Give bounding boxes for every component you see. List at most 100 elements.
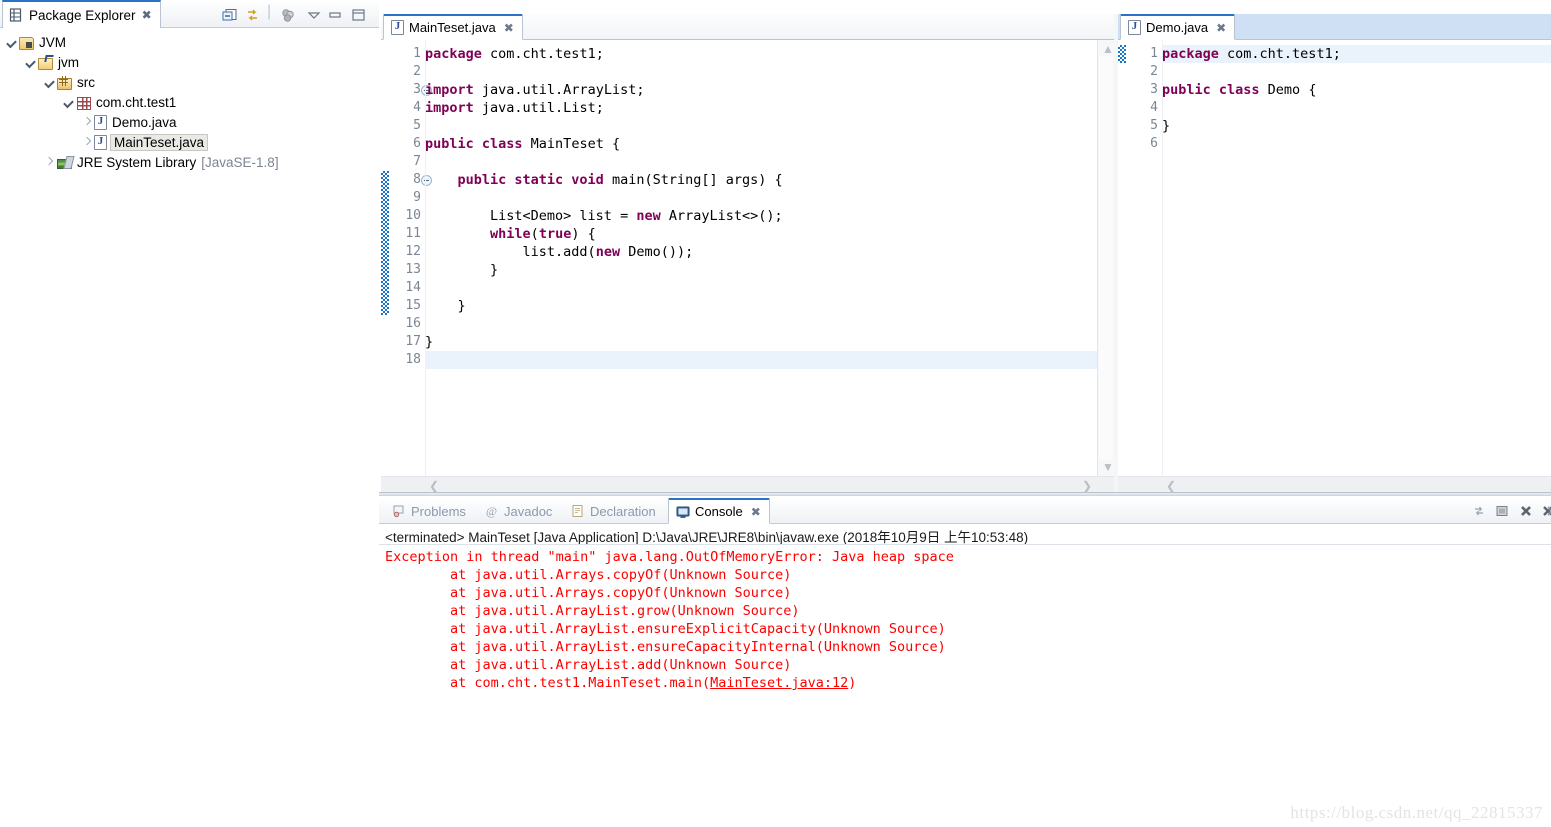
chevron-down-icon[interactable] [23, 55, 37, 69]
tree-item-com-cht-test1[interactable]: com.cht.test1 [0, 92, 379, 112]
chevron-down-icon[interactable] [42, 75, 56, 89]
close-icon[interactable]: ✖ [1216, 21, 1226, 35]
tree-item-jre-system-library[interactable]: JRE System Library [JavaSE-1.8] [0, 152, 379, 172]
line-number-ruler-right: 1 2 3 4 5 6 [1126, 40, 1162, 493]
scroll-left-icon[interactable]: ❮ [1166, 480, 1176, 492]
tree-item-label: Demo.java [112, 114, 177, 130]
pin-console-icon[interactable] [1471, 504, 1487, 521]
line-number: 18 [405, 352, 421, 367]
line-number: 7 [413, 154, 421, 169]
close-icon[interactable]: ✖ [751, 505, 761, 519]
change-ruler-right [1118, 45, 1126, 63]
remove-all-terminated-icon[interactable] [1541, 504, 1551, 521]
tab-javadoc[interactable]: @ Javadoc [478, 498, 560, 524]
horizontal-scrollbar-right[interactable]: ❮ [1118, 476, 1551, 493]
chevron-right-icon[interactable] [42, 155, 56, 169]
code-token: main(String[] args) { [603, 172, 783, 188]
source-text-right[interactable]: package com.cht.test1; public class Demo … [1162, 40, 1551, 493]
line-number: 4 [413, 100, 421, 115]
chevron-right-icon[interactable] [80, 135, 94, 149]
tree-item-demo-java[interactable]: Demo.java [0, 112, 379, 132]
tab-console[interactable]: Console ✖ [668, 498, 770, 524]
tree-item-src[interactable]: src [0, 72, 379, 92]
close-icon[interactable]: ✖ [504, 21, 514, 35]
console-line: at java.util.Arrays.copyOf(Unknown Sourc… [385, 584, 1551, 602]
tree-item-jvm[interactable]: JVM [0, 32, 379, 52]
package-explorer-tabstrip: Package Explorer ✖ | [0, 0, 379, 28]
scroll-left-icon[interactable]: ❮ [429, 480, 439, 492]
watermark: https://blog.csdn.net/qq_22815337 [1290, 803, 1543, 822]
scroll-down-icon[interactable]: ▼ [1102, 461, 1114, 473]
code-token: ) { [571, 226, 596, 242]
code-token: java.util.List; [473, 100, 604, 116]
code-area-right[interactable]: 1 2 3 4 5 6 package com.cht.test1; public clas… [1118, 40, 1551, 493]
tab-declaration[interactable]: Declaration [564, 498, 664, 524]
maximize-icon[interactable] [350, 8, 366, 25]
focus-on-active-task-icon[interactable] [280, 8, 296, 25]
code-token: Demo { [1259, 82, 1317, 98]
change-ruler-left [381, 171, 389, 315]
code-token: } [425, 262, 499, 278]
source-text-left[interactable]: package com.cht.test1; import java.util.A… [425, 40, 1114, 493]
code-line: import java.util.List; [425, 99, 1114, 117]
terminate-icon[interactable] [1494, 504, 1510, 521]
console-text: at java.util.Arrays.copyOf(Unknown Sourc… [385, 567, 792, 583]
line-number: 1 [413, 46, 421, 61]
link-with-editor-icon[interactable] [245, 8, 261, 25]
minimize-icon[interactable] [327, 8, 343, 25]
scroll-right-icon[interactable]: ❯ [1082, 480, 1092, 492]
keyword-token: public static void [425, 172, 604, 188]
vertical-scrollbar-left[interactable]: ▲ ▼ [1097, 40, 1114, 476]
close-icon[interactable]: ✖ [142, 8, 152, 22]
problems-icon [392, 504, 406, 518]
tab-mainteset-java[interactable]: MainTeset.java ✖ [383, 14, 523, 40]
line-number: 8 [391, 171, 432, 189]
stacktrace-link[interactable]: MainTeset.java:12 [710, 675, 848, 691]
keyword-token: new [636, 208, 661, 224]
scroll-up-icon[interactable]: ▲ [1102, 43, 1114, 55]
line-number: 5 [1150, 118, 1158, 133]
collapse-all-icon[interactable] [222, 8, 238, 25]
tab-label: Demo.java [1146, 20, 1209, 35]
code-line: List<Demo> list = new ArrayList<>(); [425, 207, 1114, 225]
code-line: public class MainTeset { [425, 135, 1114, 153]
chevron-down-icon[interactable] [61, 95, 75, 109]
line-number-ruler-left: 1 2 3 4 5 6 7 8 9 10 11 12 13 14 15 16 17 18 [389, 40, 432, 493]
code-area-left[interactable]: 1 2 3 4 5 6 7 8 9 10 11 12 13 14 15 16 17 18 package com.… [381, 40, 1114, 493]
tab-label: Console [695, 504, 743, 519]
console-output[interactable]: Exception in thread "main" java.lang.Out… [379, 544, 1551, 827]
tab-package-explorer[interactable]: Package Explorer ✖ [2, 0, 161, 28]
java-file-icon [391, 20, 404, 35]
tree-item-jvm[interactable]: jvm [0, 52, 379, 72]
tab-problems[interactable]: Problems [385, 498, 474, 524]
console-sash[interactable] [379, 492, 1551, 496]
code-token: } [1162, 118, 1171, 134]
remove-launch-icon[interactable] [1518, 504, 1534, 521]
view-menu-icon[interactable] [306, 8, 322, 25]
line-number: 2 [1150, 64, 1158, 79]
chevron-down-icon[interactable] [4, 35, 18, 49]
scrollbar-thumb[interactable] [1099, 56, 1113, 460]
code-token: MainTeset { [522, 136, 621, 152]
console-tabstrip: Problems @ Javadoc Declaration Console ✖ [379, 498, 1551, 524]
keyword-token: public class [425, 136, 523, 152]
package-explorer-tree: JVM jvm srccom.cht.test1 Demo.java MainTeset… [0, 32, 379, 172]
line-number: 16 [405, 316, 421, 331]
horizontal-scrollbar-left[interactable]: ❮ ❯ [381, 476, 1114, 493]
code-line: import java.util.ArrayList; [425, 81, 1114, 99]
code-token: list.add( [425, 244, 596, 260]
tree-item-label: JRE System Library [77, 154, 197, 170]
console-text: at java.util.Arrays.copyOf(Unknown Sourc… [385, 585, 792, 601]
tab-label: Javadoc [504, 503, 553, 519]
package-explorer-view: Package Explorer ✖ | JVM jvm src com.cht… [0, 0, 379, 827]
tab-demo-java[interactable]: Demo.java ✖ [1120, 14, 1236, 40]
tree-item-label: MainTeset.java [110, 133, 209, 151]
console-line: Exception in thread "main" java.lang.Out… [385, 548, 1551, 566]
tree-item-mainteset-java[interactable]: MainTeset.java [0, 132, 379, 152]
chevron-right-icon[interactable] [80, 115, 94, 129]
keyword-token: import [425, 82, 474, 98]
